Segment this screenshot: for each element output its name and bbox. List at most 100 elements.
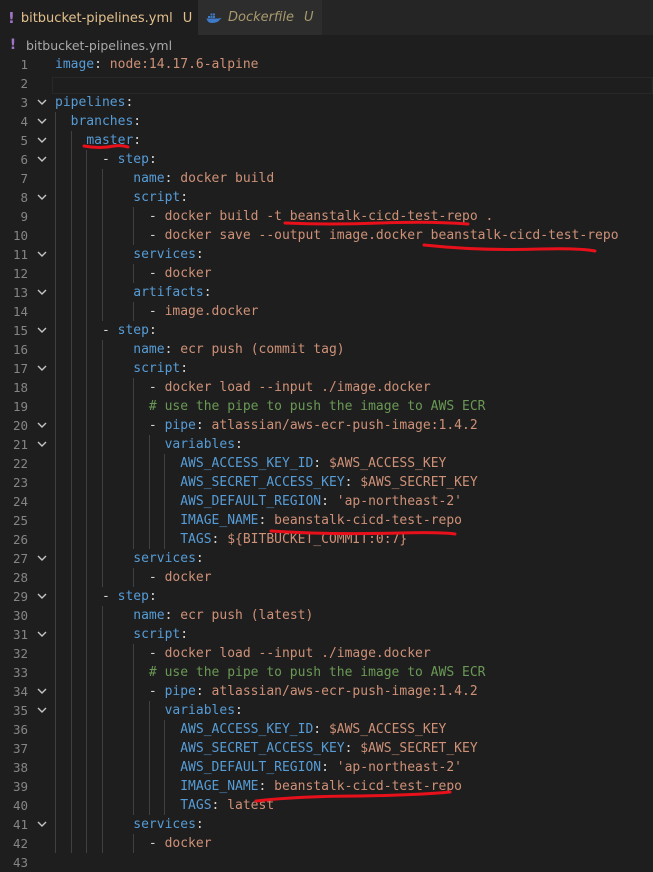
token: docker load --input ./image.docker bbox=[164, 380, 431, 395]
code-line[interactable]: 32 - docker load --input ./image.docker bbox=[0, 644, 653, 663]
token: artifacts bbox=[133, 285, 204, 300]
code-line[interactable]: 20 - pipe: atlassian/aws-ecr-push-image:… bbox=[0, 416, 653, 435]
token: : bbox=[211, 798, 228, 813]
chevron-down-icon[interactable] bbox=[35, 150, 49, 169]
line-number: 35 bbox=[12, 703, 28, 718]
breadcrumb-file[interactable]: bitbucket-pipelines.yml bbox=[26, 38, 172, 53]
indent-guide bbox=[149, 701, 150, 815]
code-text: services: bbox=[55, 245, 203, 264]
chevron-down-icon[interactable] bbox=[35, 93, 49, 112]
chevron-down-icon[interactable] bbox=[35, 815, 49, 834]
code-line[interactable]: 15 - step: bbox=[0, 321, 653, 340]
code-text: AWS_ACCESS_KEY_ID: $AWS_ACCESS_KEY bbox=[55, 720, 446, 739]
token: $AWS_SECRET_KEY bbox=[360, 475, 478, 490]
token: beanstalk-cicd-test-repo bbox=[274, 779, 463, 794]
code-line[interactable]: 34 - pipe: atlassian/aws-ecr-push-image:… bbox=[0, 682, 653, 701]
code-line[interactable]: 18 - docker load --input ./image.docker bbox=[0, 378, 653, 397]
code-line[interactable]: 39 IMAGE_NAME: beanstalk-cicd-test-repo bbox=[0, 777, 653, 796]
code-line[interactable]: 31 script: bbox=[0, 625, 653, 644]
line-number: 7 bbox=[20, 171, 28, 186]
code-line[interactable]: 22 AWS_ACCESS_KEY_ID: $AWS_ACCESS_KEY bbox=[0, 454, 653, 473]
code-line[interactable]: 11 services: bbox=[0, 245, 653, 264]
chevron-down-icon[interactable] bbox=[35, 283, 49, 302]
chevron-down-icon[interactable] bbox=[35, 549, 49, 568]
chevron-down-icon[interactable] bbox=[35, 435, 49, 454]
code-text: AWS_DEFAULT_REGION: 'ap-northeast-2' bbox=[55, 758, 462, 777]
docker-whale-icon bbox=[206, 13, 222, 23]
code-line[interactable]: 7 name: docker build bbox=[0, 169, 653, 188]
code-line[interactable]: 10 - docker save --output image.docker b… bbox=[0, 226, 653, 245]
code-text: # use the pipe to push the image to AWS … bbox=[55, 397, 486, 416]
code-line[interactable]: 35 variables: bbox=[0, 701, 653, 720]
code-line[interactable]: 17 script: bbox=[0, 359, 653, 378]
token: docker bbox=[164, 570, 212, 585]
code-line[interactable]: 30 name: ecr push (latest) bbox=[0, 606, 653, 625]
code-line[interactable]: 36 AWS_ACCESS_KEY_ID: $AWS_ACCESS_KEY bbox=[0, 720, 653, 739]
code-line[interactable]: 38 AWS_DEFAULT_REGION: 'ap-northeast-2' bbox=[0, 758, 653, 777]
line-number: 32 bbox=[12, 646, 28, 661]
code-line[interactable]: 26 TAGS: ${BITBUCKET_COMMIT:0:7} bbox=[0, 530, 653, 549]
code-line[interactable]: 16 name: ecr push (commit tag) bbox=[0, 340, 653, 359]
code-line[interactable]: 5 master: bbox=[0, 131, 653, 150]
code-line[interactable]: 29 - step: bbox=[0, 587, 653, 606]
code-line[interactable]: 37 AWS_SECRET_ACCESS_KEY: $AWS_SECRET_KE… bbox=[0, 739, 653, 758]
token: : bbox=[164, 608, 181, 623]
token: pipelines bbox=[55, 95, 126, 110]
code-line[interactable]: 24 AWS_DEFAULT_REGION: 'ap-northeast-2' bbox=[0, 492, 653, 511]
code-line[interactable]: 28 - docker bbox=[0, 568, 653, 587]
chevron-down-icon[interactable] bbox=[35, 701, 49, 720]
code-line[interactable]: 8 script: bbox=[0, 188, 653, 207]
code-line[interactable]: 2 bbox=[0, 74, 653, 93]
code-line[interactable]: 12 - docker bbox=[0, 264, 653, 283]
token: pipe bbox=[164, 418, 196, 433]
token: : bbox=[180, 627, 189, 642]
token: : bbox=[195, 684, 212, 699]
code-line[interactable]: 33 # use the pipe to push the image to A… bbox=[0, 663, 653, 682]
token: services bbox=[133, 247, 196, 262]
tab-bitbucket-pipelines[interactable]: ! bitbucket-pipelines.yml U × bbox=[0, 0, 218, 35]
line-number: 28 bbox=[12, 570, 28, 585]
yaml-exclamation-icon: ! bbox=[9, 37, 17, 53]
code-line[interactable]: 43 bbox=[0, 853, 653, 872]
chevron-down-icon[interactable] bbox=[35, 112, 49, 131]
token: : bbox=[195, 418, 212, 433]
line-number: 43 bbox=[12, 855, 28, 870]
code-line[interactable]: 21 variables: bbox=[0, 435, 653, 454]
token: name bbox=[133, 171, 165, 186]
code-editor[interactable]: 1 image: node:14.17.6-alpine 2 3 pipelines: 4… bbox=[0, 55, 653, 870]
chevron-down-icon[interactable] bbox=[35, 682, 49, 701]
chevron-down-icon[interactable] bbox=[35, 359, 49, 378]
token: : bbox=[258, 779, 275, 794]
code-text: - pipe: atlassian/aws-ecr-push-image:1.4… bbox=[55, 682, 478, 701]
code-line[interactable]: 13 artifacts: bbox=[0, 283, 653, 302]
chevron-down-icon[interactable] bbox=[35, 416, 49, 435]
code-line[interactable]: 3 pipelines: bbox=[0, 93, 653, 112]
chevron-down-icon[interactable] bbox=[35, 625, 49, 644]
code-line[interactable]: 42 - docker bbox=[0, 834, 653, 853]
indent-guide bbox=[133, 644, 134, 815]
chevron-down-icon[interactable] bbox=[35, 245, 49, 264]
code-line[interactable]: 1 image: node:14.17.6-alpine bbox=[0, 55, 653, 74]
code-line[interactable]: 9 - docker build -t beanstalk-cicd-test-… bbox=[0, 207, 653, 226]
chevron-down-icon[interactable] bbox=[35, 587, 49, 606]
indent-guide bbox=[55, 112, 56, 853]
chevron-down-icon[interactable] bbox=[35, 321, 49, 340]
code-line[interactable]: 41 services: bbox=[0, 815, 653, 834]
line-number: 21 bbox=[12, 437, 28, 452]
code-line[interactable]: 27 services: bbox=[0, 549, 653, 568]
token: atlassian/aws-ecr-push-image:1.4.2 bbox=[211, 418, 478, 433]
token: step bbox=[117, 152, 149, 167]
chevron-down-icon[interactable] bbox=[35, 131, 49, 150]
tab-dockerfile[interactable]: Dockerfile U bbox=[198, 0, 322, 35]
token: IMAGE_NAME bbox=[180, 513, 259, 528]
code-line[interactable]: 19 # use the pipe to push the image to A… bbox=[0, 397, 653, 416]
chevron-down-icon[interactable] bbox=[35, 188, 49, 207]
code-line[interactable]: 40 TAGS: latest bbox=[0, 796, 653, 815]
code-line[interactable]: 23 AWS_SECRET_ACCESS_KEY: $AWS_SECRET_KE… bbox=[0, 473, 653, 492]
code-line[interactable]: 4 branches: bbox=[0, 112, 653, 131]
indent-guide bbox=[133, 568, 134, 587]
code-line[interactable]: 25 IMAGE_NAME: beanstalk-cicd-test-repo bbox=[0, 511, 653, 530]
code-line[interactable]: 14 - image.docker bbox=[0, 302, 653, 321]
code-line[interactable]: 6 - step: bbox=[0, 150, 653, 169]
